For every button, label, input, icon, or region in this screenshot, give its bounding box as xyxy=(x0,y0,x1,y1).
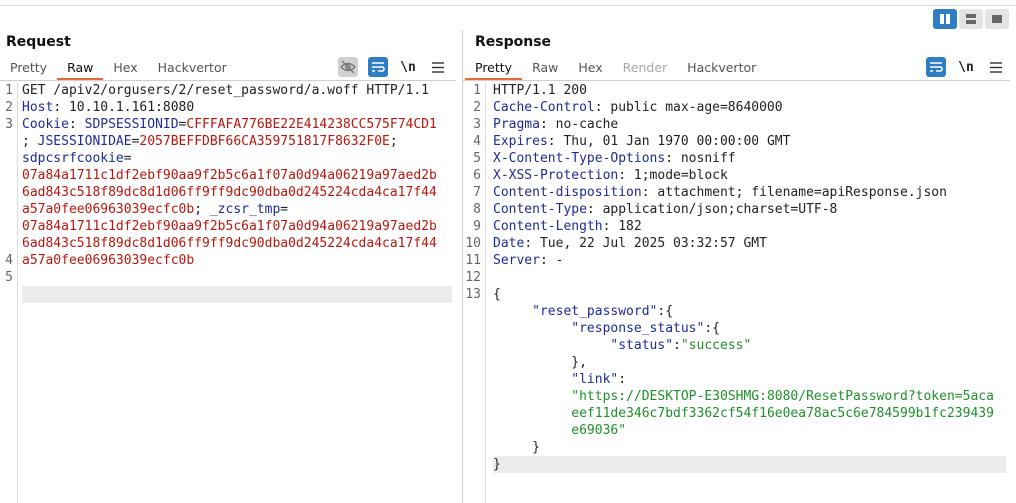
request-line: 07a84a1711c1df2ebf90aa9f2b5c6a1f07a0d94a… xyxy=(22,219,437,234)
response-header: Pragma: no-cache xyxy=(493,117,619,132)
request-editor[interactable]: 1 2 3 4 5 GET /apiv2/orgusers/2/reset_pa… xyxy=(0,82,462,503)
json-line: "link": xyxy=(571,372,627,387)
response-code[interactable]: HTTP/1.1 200 Cache-Control: public max-a… xyxy=(493,82,1006,473)
request-line: 07a84a1711c1df2ebf90aa9f2b5c6a1f07a0d94a… xyxy=(22,168,437,183)
response-tab-hex[interactable]: Hex xyxy=(568,58,612,80)
json-line: }, xyxy=(571,355,587,370)
newline-toggle-button[interactable]: \n xyxy=(398,57,418,77)
request-line: 6ad843c518f89dc8d1d06ff9ff9dc90dba0d2452… xyxy=(22,185,437,200)
request-tab-hex[interactable]: Hex xyxy=(103,58,147,80)
request-line xyxy=(22,269,452,286)
json-line: eef11de346c7bdf3362cf54f16e0ea78ac5c6e78… xyxy=(571,406,994,421)
response-header: Content-Length: 182 xyxy=(493,219,642,234)
request-tab-raw[interactable]: Raw xyxy=(57,58,104,80)
response-header: X-Content-Type-Options: nosniff xyxy=(493,151,736,166)
request-pane: Request Pretty Raw Hex Hackvertor \n 1 2… xyxy=(0,30,463,503)
newline-toggle-button[interactable]: \n xyxy=(956,57,976,77)
request-line: 6ad843c518f89dc8d1d06ff9ff9dc90dba0d2452… xyxy=(22,236,437,251)
json-line-current: } xyxy=(493,456,1006,473)
request-line: GET /apiv2/orgusers/2/reset_password/a.w… xyxy=(22,83,429,98)
response-header: Cache-Control: public max-age=8640000 xyxy=(493,100,783,115)
response-header: Content-Type: application/json;charset=U… xyxy=(493,202,838,217)
json-line: "reset_password":{ xyxy=(532,304,674,319)
json-line: "response_status":{ xyxy=(571,321,720,336)
request-line-current xyxy=(22,286,452,303)
request-line: a57a0fee06963039ecfc0b; _zcsr_tmp= xyxy=(22,202,289,217)
layout-toggle xyxy=(933,9,1009,29)
wrap-lines-icon[interactable] xyxy=(368,57,388,77)
request-line: a57a0fee06963039ecfc0b xyxy=(22,253,195,268)
response-tabs-divider xyxy=(463,80,1010,81)
json-line: "status":"success" xyxy=(610,338,752,353)
json-line: { xyxy=(493,287,501,302)
response-header: Date: Tue, 22 Jul 2025 03:32:57 GMT xyxy=(493,236,767,251)
request-line: sdpcsrfcookie= xyxy=(22,151,132,166)
response-line xyxy=(493,269,1006,286)
request-line: Host: 10.10.1.161:8080 xyxy=(22,100,195,115)
request-tab-hackvertor[interactable]: Hackvertor xyxy=(148,58,237,80)
request-line: Cookie: SDPSESSIONID=CFFFAFA776BE22E4142… xyxy=(22,117,437,132)
layout-stacked-icon[interactable] xyxy=(959,9,983,29)
top-bar xyxy=(0,0,1016,6)
response-tab-raw[interactable]: Raw xyxy=(522,58,568,80)
json-line: } xyxy=(532,440,540,455)
response-header: Expires: Thu, 01 Jan 1970 00:00:00 GMT xyxy=(493,134,791,149)
request-toolbar: \n xyxy=(338,57,448,77)
request-tab-pretty[interactable]: Pretty xyxy=(0,58,57,80)
response-tab-pretty[interactable]: Pretty xyxy=(465,58,523,80)
hide-eye-icon[interactable] xyxy=(338,57,358,77)
menu-icon[interactable] xyxy=(986,57,1006,77)
layout-tabs-icon[interactable] xyxy=(985,9,1009,29)
response-header: Server: - xyxy=(493,253,564,268)
response-tab-render[interactable]: Render xyxy=(613,58,678,80)
response-line: HTTP/1.1 200 xyxy=(493,83,587,98)
response-header: Content-disposition: attachment; filenam… xyxy=(493,185,947,200)
request-line-numbers: 1 2 3 4 5 xyxy=(0,82,18,503)
response-tabs: Pretty Raw Hex Render Hackvertor xyxy=(465,58,766,80)
menu-icon[interactable] xyxy=(428,57,448,77)
request-title: Request xyxy=(6,34,71,50)
response-header: X-XSS-Protection: 1;mode=block xyxy=(493,168,728,183)
request-tabs: Pretty Raw Hex Hackvertor xyxy=(0,58,237,80)
request-line: ; JSESSIONIDAE=2057BEFFDBF66CA359751817F… xyxy=(22,134,398,149)
response-tab-hackvertor[interactable]: Hackvertor xyxy=(677,58,766,80)
response-toolbar: \n xyxy=(926,57,1006,77)
response-line-numbers: 1 2 3 4 5 6 7 8 9 10 11 12 13 xyxy=(463,82,486,503)
wrap-lines-icon[interactable] xyxy=(926,57,946,77)
response-editor[interactable]: 1 2 3 4 5 6 7 8 9 10 11 12 13 HTTP/1.1 2… xyxy=(463,82,1016,503)
layout-side-by-side-icon[interactable] xyxy=(933,9,957,29)
request-code[interactable]: GET /apiv2/orgusers/2/reset_password/a.w… xyxy=(22,82,452,303)
request-tabs-divider xyxy=(0,80,456,81)
response-title: Response xyxy=(475,34,552,50)
json-line: "https://DESKTOP-E30SHMG:8080/ResetPassw… xyxy=(571,389,994,404)
response-pane: Response Pretty Raw Hex Render Hackverto… xyxy=(463,30,1016,503)
json-line: e69036" xyxy=(571,423,627,438)
